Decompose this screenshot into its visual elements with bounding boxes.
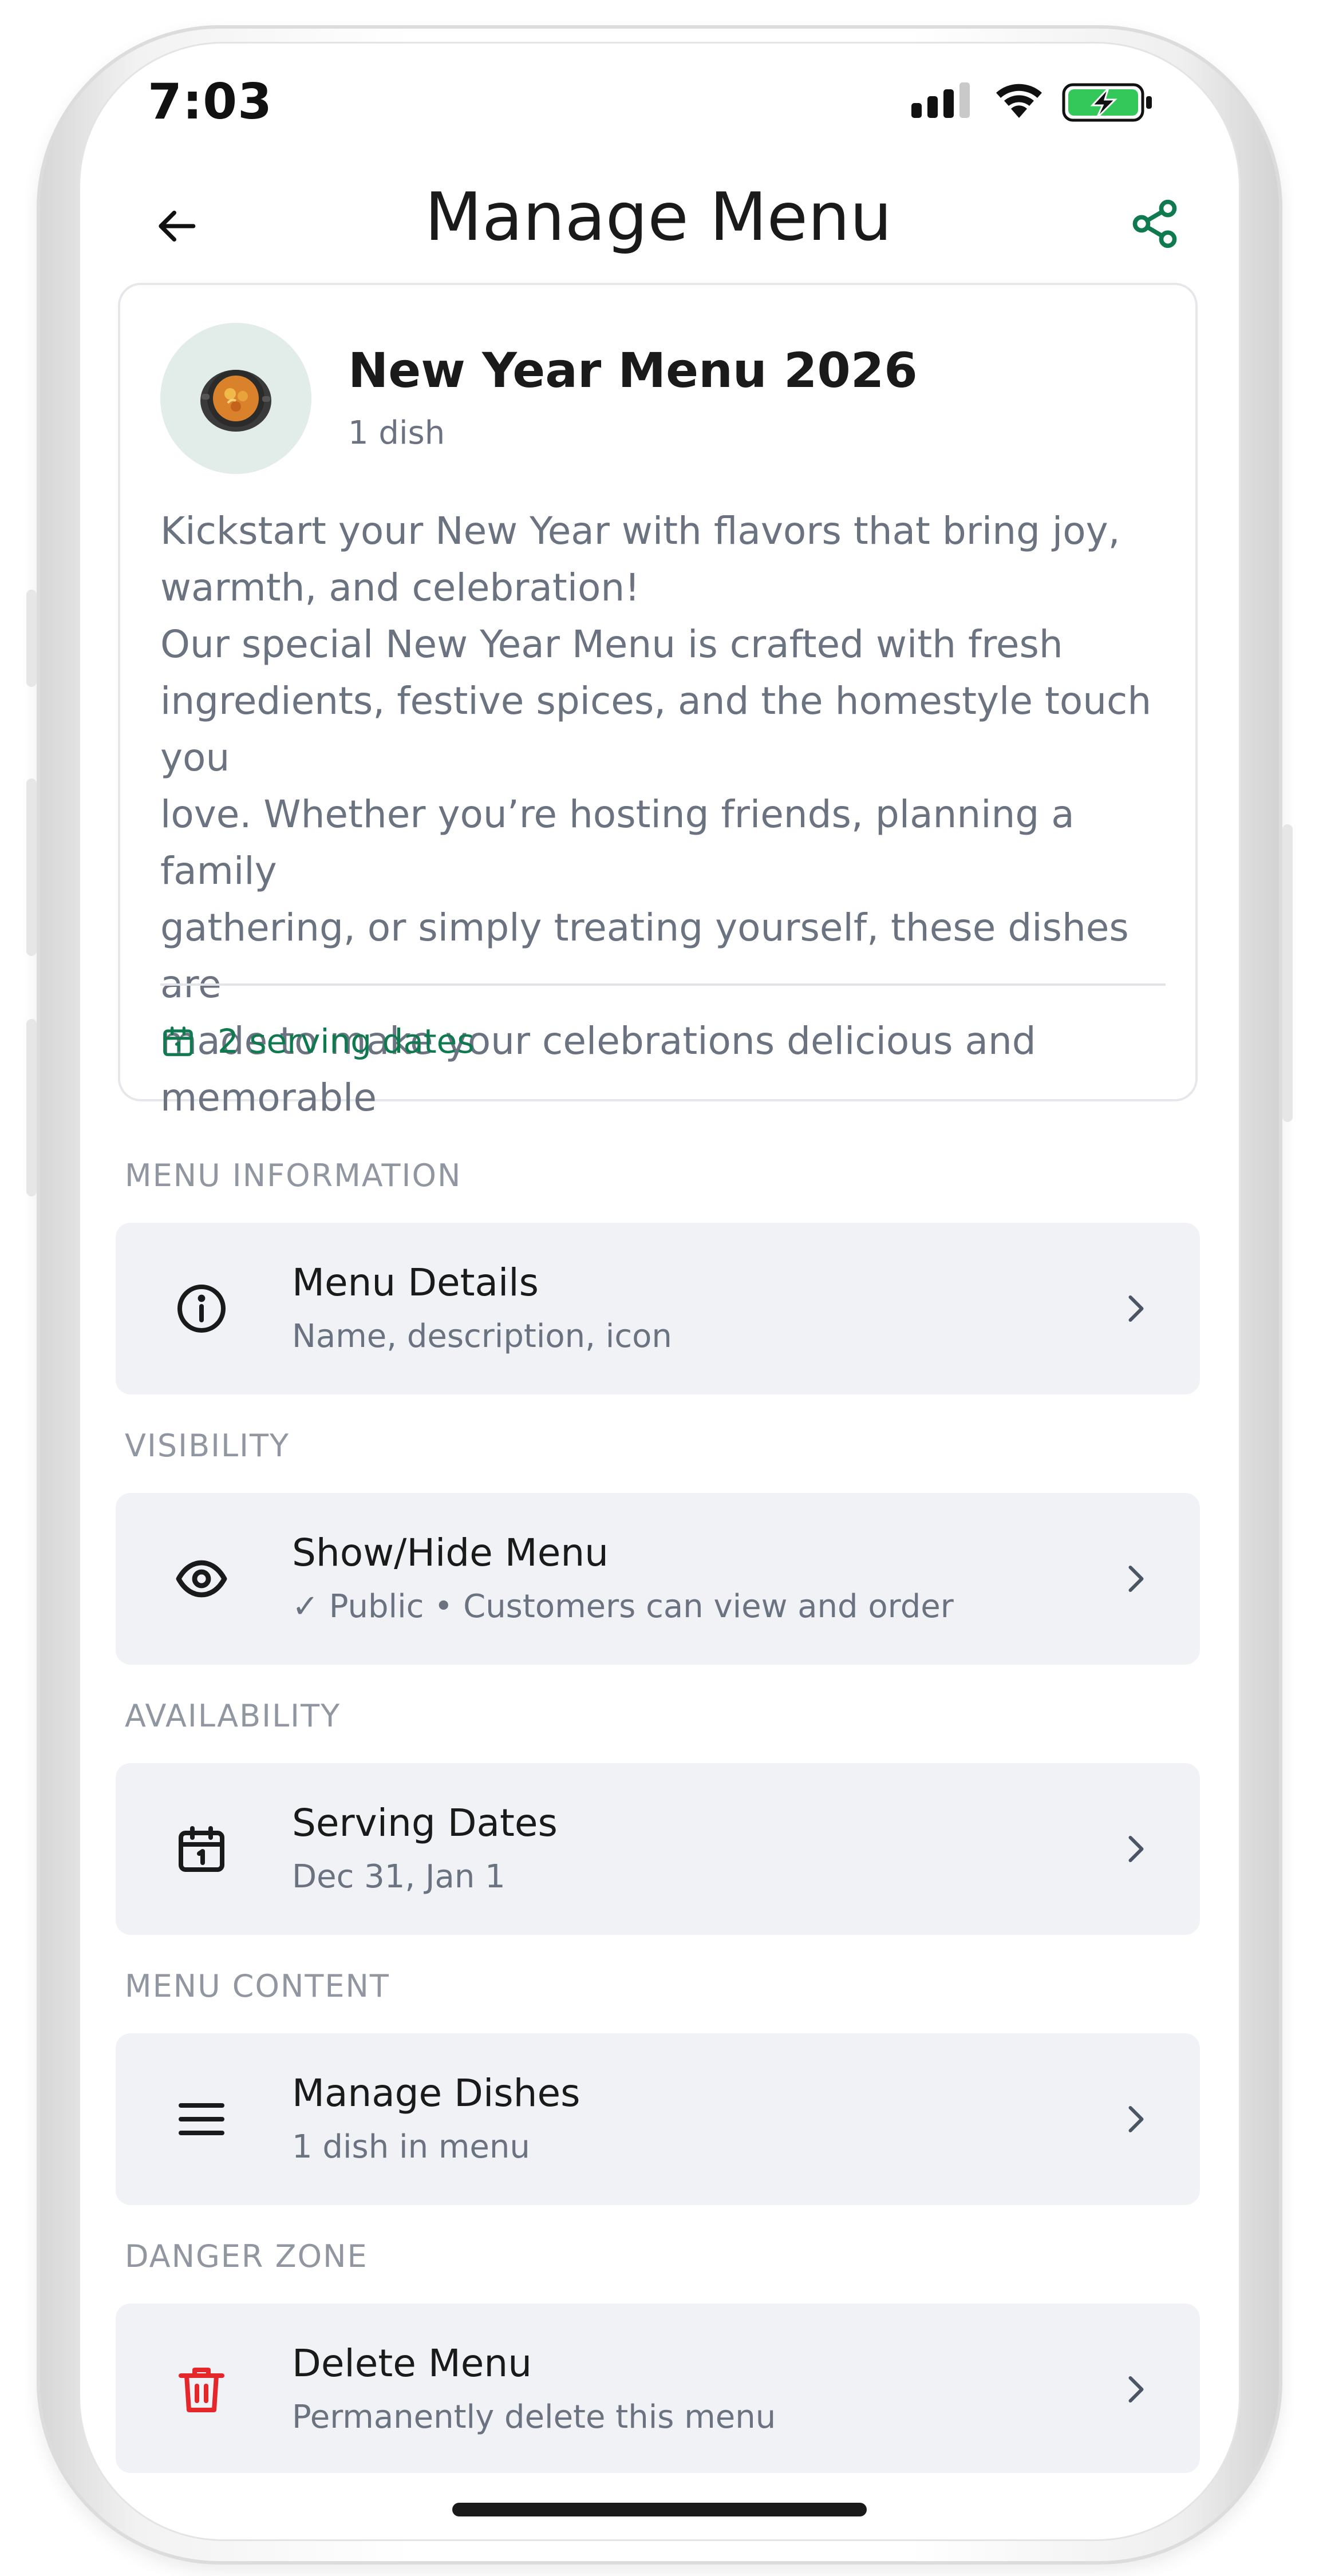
status-icons [909,80,1161,126]
chevron-right-icon [1112,1286,1158,1332]
paella-pan-icon [200,370,271,432]
side-button-mute [26,590,37,687]
side-button-volume-up [26,779,37,956]
menu-details-row[interactable]: Menu Details Name, description, icon [116,1223,1200,1394]
serving-dates-link[interactable]: 2 serving dates [160,1016,475,1067]
section-label-menu-content: MENU CONTENT [125,1968,390,2004]
share-icon [1132,199,1177,248]
chevron-right-icon [1112,1556,1158,1602]
row-subtitle: Permanently delete this menu [292,2399,776,2436]
page-title: Manage Menu [424,179,893,256]
row-subtitle: ✓ Public • Customers can view and order [292,1588,954,1625]
manage-dishes-row[interactable]: Manage Dishes 1 dish in menu [116,2033,1200,2205]
device-frame: 7:03 Manage Menu New Year Menu 2026 1 di… [0,0,1319,2576]
arrow-left-icon [159,211,196,242]
status-time: 7:03 [148,73,273,131]
row-subtitle: Name, description, icon [292,1318,672,1355]
row-title: Show/Hide Menu [292,1531,609,1575]
battery-charging-icon [1062,83,1152,122]
chevron-right-icon [1112,2366,1158,2412]
back-button[interactable] [147,195,210,258]
trash-icon [173,2361,230,2418]
menu-avatar [160,323,311,474]
list-icon [173,2091,230,2148]
wifi-icon [996,84,1042,118]
menu-dish-count: 1 dish [348,414,445,452]
side-button-power [1282,824,1293,1122]
info-icon [173,1280,230,1337]
menu-name: New Year Menu 2026 [348,342,918,398]
section-label-menu-information: MENU INFORMATION [125,1157,462,1194]
show-hide-menu-row[interactable]: Show/Hide Menu ✓ Public • Customers can … [116,1493,1200,1665]
card-divider [160,983,1166,986]
serving-dates-label: 2 serving dates [218,1022,475,1061]
menu-summary-card: New Year Menu 2026 1 dish Kickstart your… [118,283,1198,1120]
calendar-small-icon [163,1026,193,1056]
row-title: Menu Details [292,1261,539,1305]
section-label-visibility: VISIBILITY [125,1428,290,1464]
delete-menu-row[interactable]: Delete Menu Permanently delete this menu [116,2304,1200,2473]
section-label-availability: AVAILABILITY [125,1698,341,1734]
eye-icon [173,1550,230,1607]
section-label-danger-zone: DANGER ZONE [125,2238,368,2274]
side-button-volume-down [26,1019,37,1196]
row-subtitle: 1 dish in menu [292,2128,530,2166]
chevron-right-icon [1112,1826,1158,1872]
row-title: Manage Dishes [292,2071,580,2115]
home-indicator[interactable] [452,2503,867,2516]
share-button[interactable] [1123,192,1186,255]
row-title: Delete Menu [292,2341,532,2385]
row-subtitle: Dec 31, Jan 1 [292,1858,506,1895]
cellular-signal-icon [911,82,970,118]
calendar-icon [173,1820,230,1878]
chevron-right-icon [1112,2096,1158,2142]
serving-dates-row[interactable]: Serving Dates Dec 31, Jan 1 [116,1763,1200,1935]
row-title: Serving Dates [292,1801,558,1845]
